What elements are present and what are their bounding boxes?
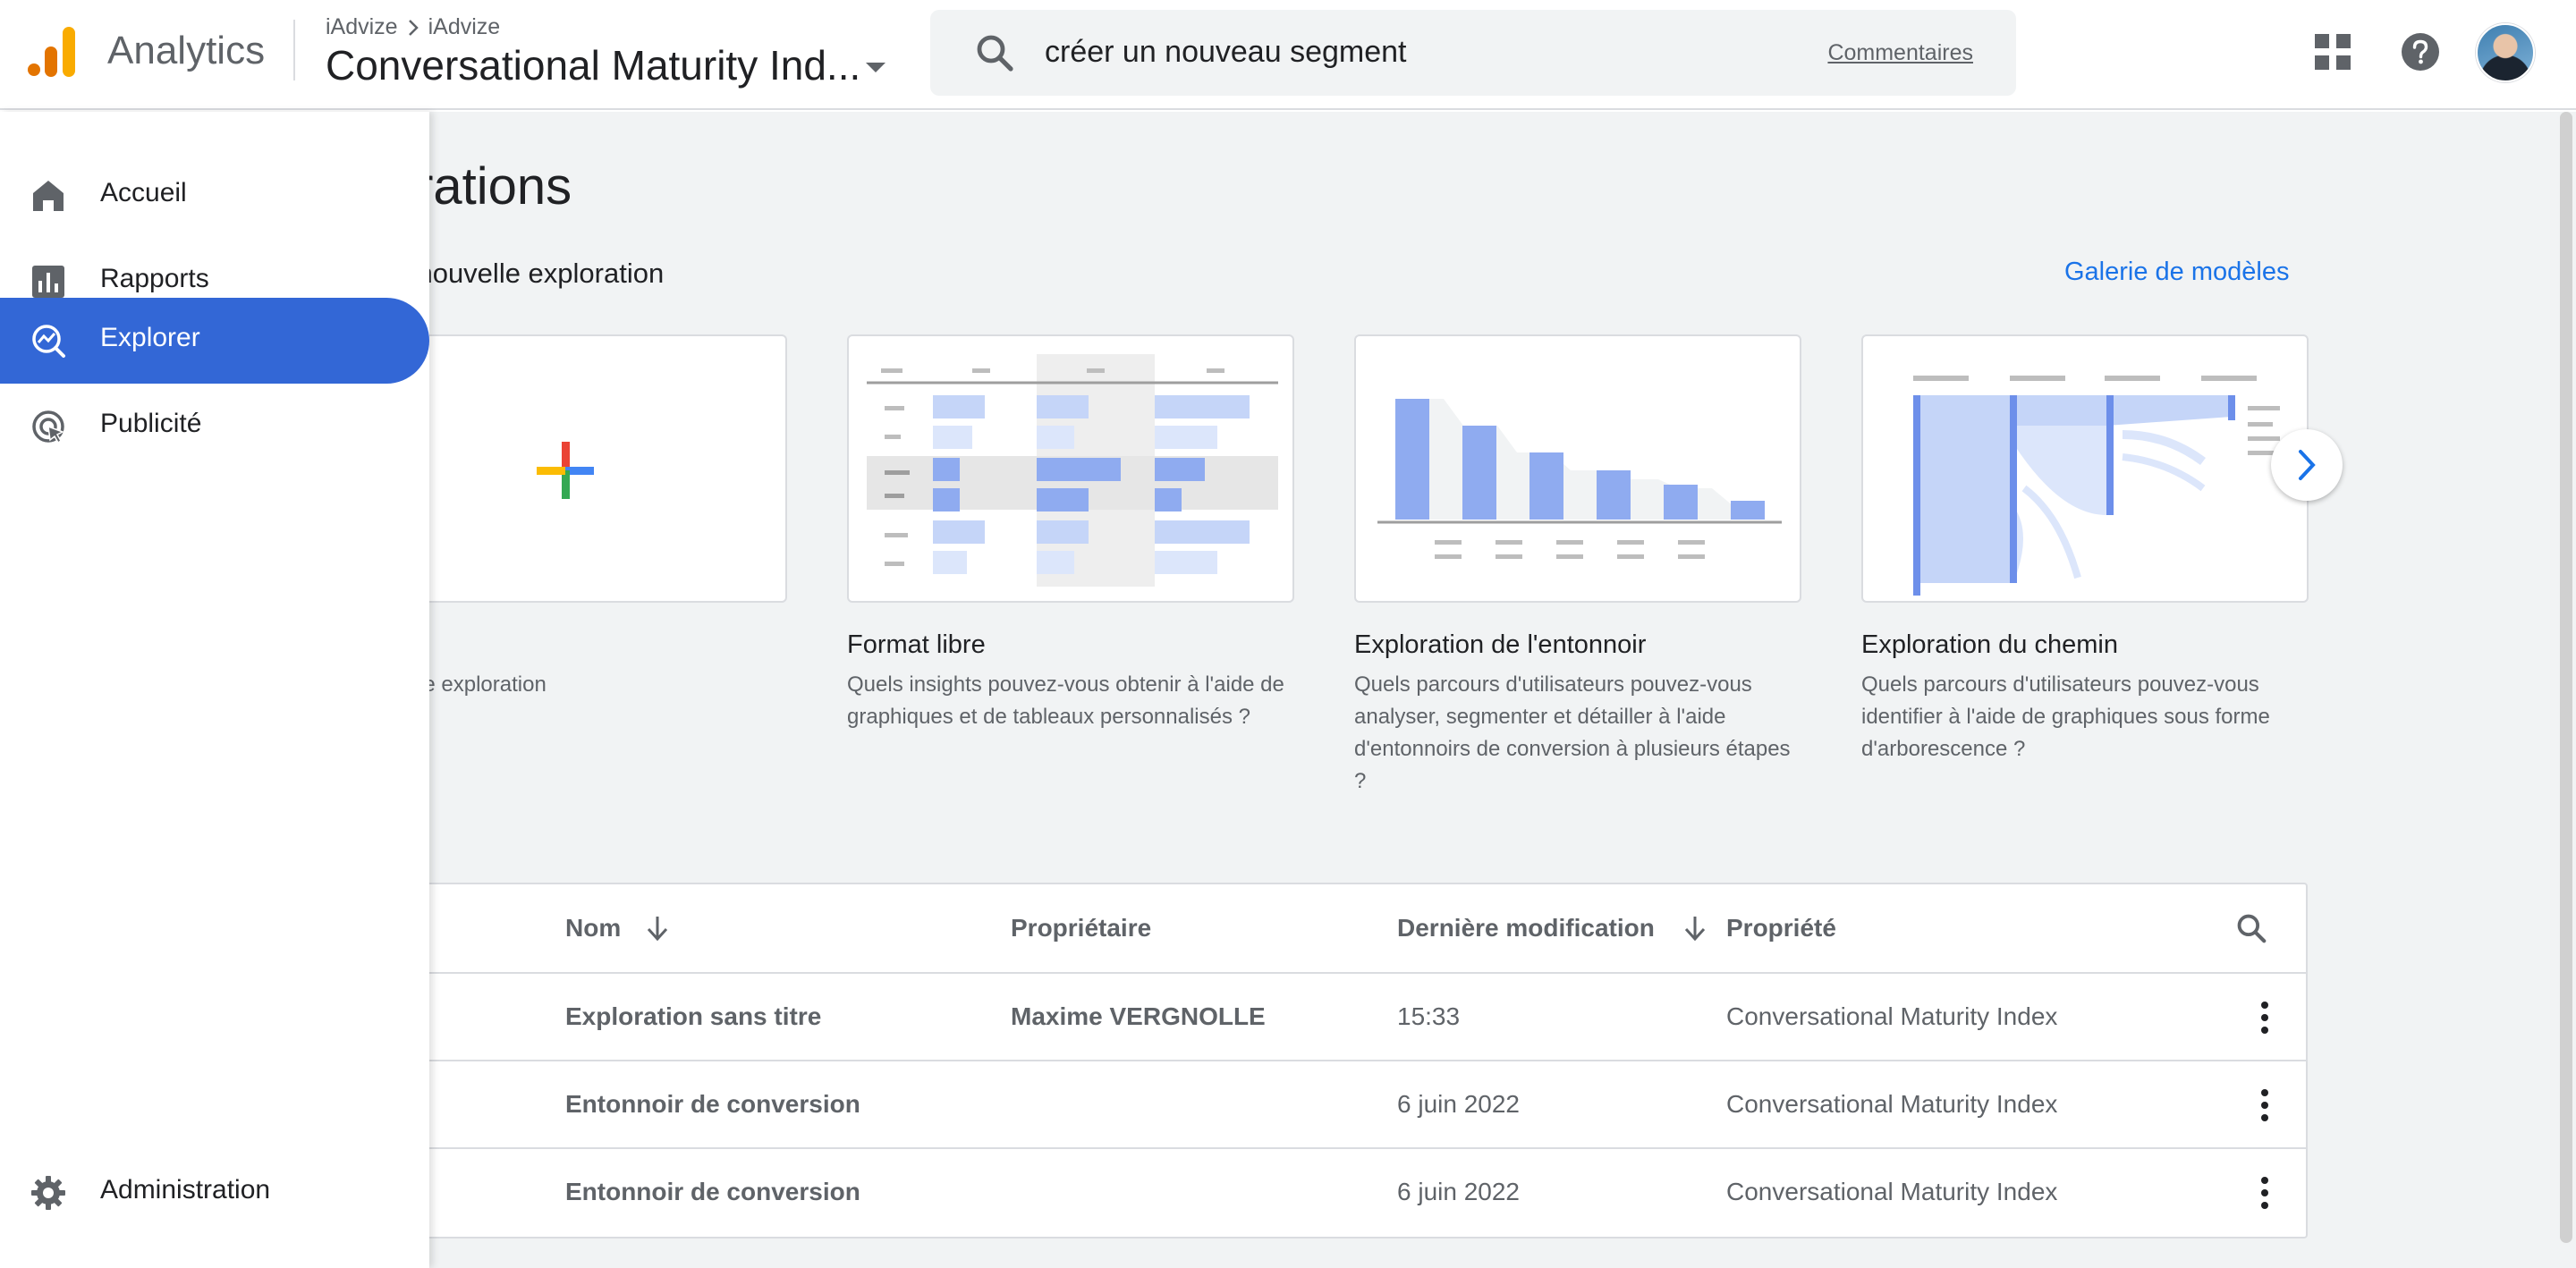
nav-item-advertising[interactable]: Publicité (0, 384, 429, 469)
arrow-down-icon[interactable] (646, 915, 669, 942)
column-header-property[interactable]: Propriété (1726, 884, 1836, 972)
template-desc-funnel: Quels parcours d'utilisateurs pouvez-vou… (1354, 672, 1791, 793)
explorations-table: Nom Propriétaire Dernière modification P… (268, 883, 2308, 1238)
more-vert-icon[interactable] (2256, 1176, 2274, 1210)
row-owner: Maxime VERGNOLLE (1011, 1002, 1266, 1030)
search-input[interactable]: créer un nouveau segment (1045, 35, 1406, 70)
column-header-owner[interactable]: Propriétaire (1011, 884, 1151, 972)
nav-label: Explorer (100, 323, 200, 352)
explore-icon (32, 325, 65, 358)
funnel-preview-icon (1377, 399, 1782, 559)
analytics-logo-icon[interactable] (27, 25, 77, 79)
breadcrumb[interactable]: iAdvize iAdvize (326, 14, 500, 40)
path-preview-icon (1913, 376, 2280, 596)
column-header-modified[interactable]: Dernière modification (1397, 884, 1707, 972)
gear-icon (31, 1176, 65, 1210)
plus-icon (537, 442, 594, 499)
property-selector[interactable]: Conversational Maturity Ind... (326, 41, 860, 89)
template-desc-free-form: Quels insights pouvez-vous obtenir à l'a… (847, 672, 1284, 729)
arrow-down-icon[interactable] (1683, 915, 1707, 942)
chevron-right-icon (2299, 450, 2316, 480)
help-icon[interactable] (2401, 32, 2440, 72)
row-property: Conversational Maturity Index (1726, 1090, 2058, 1118)
account-avatar[interactable] (2476, 23, 2535, 82)
more-vert-icon[interactable] (2256, 1001, 2274, 1035)
template-card-free-form[interactable] (847, 334, 1294, 603)
row-modified: 6 juin 2022 (1397, 1178, 1521, 1205)
table-row[interactable]: Entonnoir de conversion 6 juin 2022 Conv… (270, 1147, 2306, 1235)
row-name[interactable]: Exploration sans titre (565, 974, 821, 1060)
reports-icon (32, 266, 64, 298)
app-name: Analytics (107, 29, 266, 72)
home-icon (33, 181, 64, 211)
nav-item-explore[interactable]: Explorer (0, 298, 429, 384)
search-icon[interactable] (2234, 911, 2268, 945)
template-label-path[interactable]: Exploration du chemin (1861, 630, 2118, 660)
scrollbar-thumb[interactable] (2560, 112, 2572, 1243)
nav-label: Administration (100, 1175, 271, 1205)
nav-label: Accueil (100, 178, 187, 207)
caret-down-icon[interactable] (866, 63, 886, 72)
row-modified: 15:33 (1397, 1002, 1461, 1030)
row-modified: 6 juin 2022 (1397, 1090, 1521, 1118)
template-label-free-form[interactable]: Format libre (847, 630, 986, 660)
row-name[interactable]: Entonnoir de conversion (565, 1149, 860, 1235)
top-app-bar: Analytics iAdvize iAdvize Conversational… (0, 0, 2576, 110)
nav-item-admin[interactable]: Administration (0, 1150, 429, 1236)
nav-label: Publicité (100, 409, 202, 438)
row-property: Conversational Maturity Index (1726, 1002, 2058, 1030)
nav-item-home[interactable]: Accueil (0, 153, 429, 239)
free-form-preview-icon (867, 354, 1278, 587)
search-icon (977, 35, 1013, 72)
template-desc-path: Quels parcours d'utilisateurs pouvez-vou… (1861, 672, 2270, 761)
nav-label: Rapports (100, 264, 209, 293)
feedback-link[interactable]: Commentaires (1827, 40, 1973, 66)
chevron-right-icon (408, 19, 419, 36)
row-property: Conversational Maturity Index (1726, 1178, 2058, 1205)
breadcrumb-property[interactable]: iAdvize (428, 14, 501, 40)
column-header-name[interactable]: Nom (565, 884, 669, 972)
template-gallery-link[interactable]: Galerie de modèles (2064, 258, 2289, 287)
search-bar[interactable]: créer un nouveau segment Commentaires (930, 10, 2016, 96)
breadcrumb-account[interactable]: iAdvize (326, 14, 398, 40)
nav-drawer: Accueil Rapports Explorer Publicité Admi… (0, 112, 429, 1268)
template-label-funnel[interactable]: Exploration de l'entonnoir (1354, 630, 1646, 660)
template-card-path[interactable] (1861, 334, 2309, 603)
template-card-funnel[interactable] (1354, 334, 1801, 603)
row-name[interactable]: Entonnoir de conversion (565, 1061, 860, 1147)
apps-grid-icon[interactable] (2315, 34, 2351, 70)
scrollbar[interactable] (2555, 112, 2576, 1268)
table-row[interactable]: Exploration sans titre Maxime VERGNOLLE … (270, 972, 2306, 1060)
next-templates-button[interactable] (2271, 429, 2343, 501)
table-row[interactable]: Entonnoir de conversion 6 juin 2022 Conv… (270, 1060, 2306, 1147)
more-vert-icon[interactable] (2256, 1088, 2274, 1122)
advertising-icon (32, 410, 64, 444)
header-divider (293, 20, 295, 80)
